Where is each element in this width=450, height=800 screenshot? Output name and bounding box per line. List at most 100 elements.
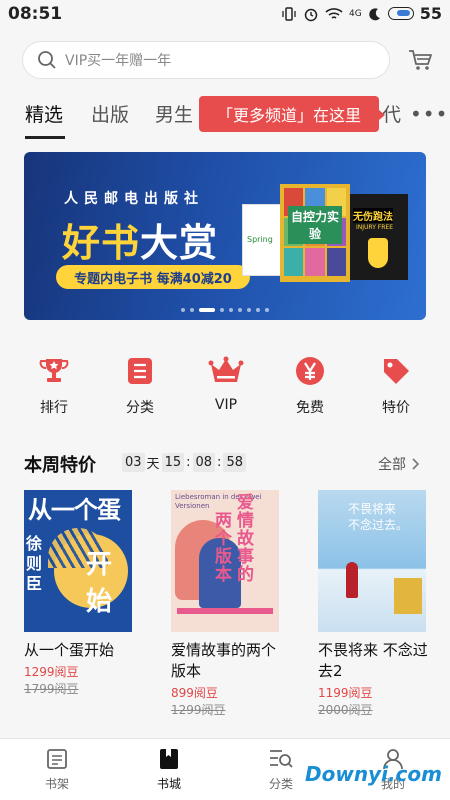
category-label: 分类 bbox=[126, 400, 154, 416]
nav-label: 书城 bbox=[156, 777, 181, 791]
vibrate-icon bbox=[282, 6, 296, 21]
bookshelf-icon bbox=[47, 749, 67, 769]
book-original-price: 2000阅豆 bbox=[318, 703, 373, 717]
cart-icon[interactable] bbox=[407, 48, 433, 72]
banner-page-dot[interactable] bbox=[229, 308, 233, 312]
book-price: 1199阅豆 bbox=[318, 686, 373, 700]
banner-page-dot[interactable] bbox=[265, 308, 269, 312]
search-input[interactable]: VIP买一年赠一年 bbox=[22, 41, 390, 79]
banner-promo: 专题内电子书 每满40减20 bbox=[56, 265, 250, 289]
tag-icon bbox=[384, 359, 409, 384]
cover-title: 从一个蛋 bbox=[28, 496, 121, 524]
book-card[interactable]: 从一个蛋 徐则臣 开始 从一个蛋开始 1299阅豆 1799阅豆 bbox=[24, 490, 134, 697]
banner-title: 好书大赏 bbox=[62, 212, 218, 267]
yen-icon bbox=[296, 357, 324, 385]
nav-label: 分类 bbox=[268, 777, 293, 791]
book-card[interactable]: 不畏将来 不念过去。 不畏将来 不念过去2 1199阅豆 2000阅豆 bbox=[318, 490, 428, 718]
cover-title: 不畏将来 bbox=[348, 502, 397, 516]
category-label: 排行 bbox=[40, 400, 68, 416]
active-tab-indicator bbox=[25, 136, 65, 139]
book-cover: 从一个蛋 徐则臣 开始 bbox=[24, 490, 132, 632]
category-search-icon bbox=[270, 750, 293, 768]
banner-book-spring-title: Spring bbox=[247, 235, 273, 244]
book-price: 1299阅豆 bbox=[24, 665, 79, 679]
moon-icon bbox=[368, 7, 380, 20]
banner-title-white: 大赏 bbox=[140, 221, 219, 265]
banner-page-dot[interactable] bbox=[220, 308, 224, 312]
battery-icon bbox=[387, 7, 414, 20]
banner-book-injury-free-title: 无伤跑法 bbox=[353, 208, 393, 223]
wifi-icon bbox=[325, 7, 343, 19]
alarm-icon bbox=[304, 8, 318, 21]
timer-colon: : bbox=[186, 455, 191, 470]
category-label: VIP bbox=[214, 397, 238, 413]
banner-publisher: 人民邮电出版社 bbox=[64, 191, 204, 207]
category-classify[interactable]: 分类 bbox=[110, 355, 170, 417]
bookstore-icon bbox=[160, 749, 178, 769]
category-ranking[interactable]: 排行 bbox=[24, 355, 84, 417]
banner-page-dot[interactable] bbox=[247, 308, 251, 312]
book-cover: 不畏将来 不念过去。 bbox=[318, 490, 426, 632]
search-icon bbox=[38, 51, 56, 69]
category-label: 免费 bbox=[296, 400, 324, 416]
cover-english-title: Liebesroman in der Zwei Versionen bbox=[175, 493, 262, 510]
book-cover: Liebesroman in der Zwei Versionen 爱情故事的 … bbox=[171, 490, 279, 632]
cover-title: 爱情故事的 bbox=[237, 493, 254, 585]
view-all-label: 全部 bbox=[378, 457, 406, 473]
battery-level: 55 bbox=[419, 4, 442, 23]
book-card[interactable]: Liebesroman in der Zwei Versionen 爱情故事的 … bbox=[171, 490, 281, 718]
nav-bookshelf[interactable]: 书架 bbox=[27, 747, 87, 792]
cover-tag bbox=[394, 578, 422, 614]
banner-page-dot[interactable] bbox=[181, 308, 185, 312]
book-title: 不畏将来 不念过去2 bbox=[318, 641, 428, 680]
countdown-timer: 03 天 15 : 08 : 58 bbox=[122, 453, 246, 472]
timer-hours: 15 bbox=[161, 453, 185, 472]
timer-minutes: 08 bbox=[192, 453, 216, 472]
status-icons: 4G 55 bbox=[281, 4, 442, 23]
more-channels-button[interactable]: ••• bbox=[410, 102, 448, 126]
category-special-price[interactable]: 特价 bbox=[366, 355, 426, 417]
book-title: 爱情故事的两个版本 bbox=[171, 641, 277, 680]
cover-title-2: 两个版本 bbox=[215, 511, 232, 585]
timer-colon: : bbox=[217, 455, 222, 470]
category-free[interactable]: 免费 bbox=[280, 355, 340, 417]
shoe-icon bbox=[368, 238, 388, 268]
banner-book-self-control: 自控力实验 bbox=[280, 184, 350, 282]
category-vip[interactable]: VIP bbox=[196, 355, 256, 413]
banner-page-dot[interactable] bbox=[199, 308, 215, 312]
banner-page-dot[interactable] bbox=[238, 308, 242, 312]
category-label: 特价 bbox=[382, 400, 410, 416]
cover-author: 徐则臣 bbox=[26, 534, 43, 593]
banner-book-injury-free-sub: INJURY FREE bbox=[356, 224, 393, 231]
status-bar: 08:51 4G 55 bbox=[0, 0, 450, 30]
book-price: 899阅豆 bbox=[171, 686, 218, 700]
nav-category[interactable]: 分类 bbox=[251, 747, 311, 792]
banner-page-dot[interactable] bbox=[190, 308, 194, 312]
view-all-link[interactable]: 全部 bbox=[378, 454, 420, 474]
cover-title-2: 不念过去。 bbox=[348, 518, 409, 532]
more-channels-tooltip[interactable]: 「更多频道」在这里 bbox=[199, 96, 385, 132]
banner-pagination bbox=[24, 308, 426, 312]
timer-days: 03 bbox=[122, 453, 145, 472]
status-time: 08:51 bbox=[8, 4, 63, 24]
banner-book-self-control-title: 自控力实验 bbox=[288, 206, 342, 244]
book-original-price: 1799阅豆 bbox=[24, 682, 79, 696]
search-placeholder: VIP买一年赠一年 bbox=[65, 53, 172, 69]
promo-banner[interactable]: 人民邮电出版社 好书大赏 专题内电子书 每满40减20 Spring 自控力实验… bbox=[24, 152, 426, 320]
tab-chuban[interactable]: 出版 bbox=[91, 100, 129, 127]
book-original-price: 1299阅豆 bbox=[171, 703, 226, 717]
weekly-deals-title: 本周特价 bbox=[24, 455, 96, 476]
network-label: 4G bbox=[349, 8, 362, 19]
banner-book-injury-free: 无伤跑法 INJURY FREE bbox=[350, 194, 408, 280]
nav-bookstore[interactable]: 书城 bbox=[139, 747, 199, 792]
cover-title-2: 开始 bbox=[86, 550, 113, 617]
timer-day-unit: 天 bbox=[146, 457, 160, 472]
trophy-icon bbox=[39, 359, 69, 382]
banner-page-dot[interactable] bbox=[256, 308, 260, 312]
tab-jingxuan[interactable]: 精选 bbox=[25, 100, 63, 127]
tab-nansheng[interactable]: 男生 bbox=[155, 100, 193, 127]
cover-strip bbox=[177, 608, 273, 614]
banner-title-yellow: 好书 bbox=[62, 221, 141, 265]
watermark: Downyi.com bbox=[305, 762, 442, 786]
timer-seconds: 58 bbox=[223, 453, 246, 472]
